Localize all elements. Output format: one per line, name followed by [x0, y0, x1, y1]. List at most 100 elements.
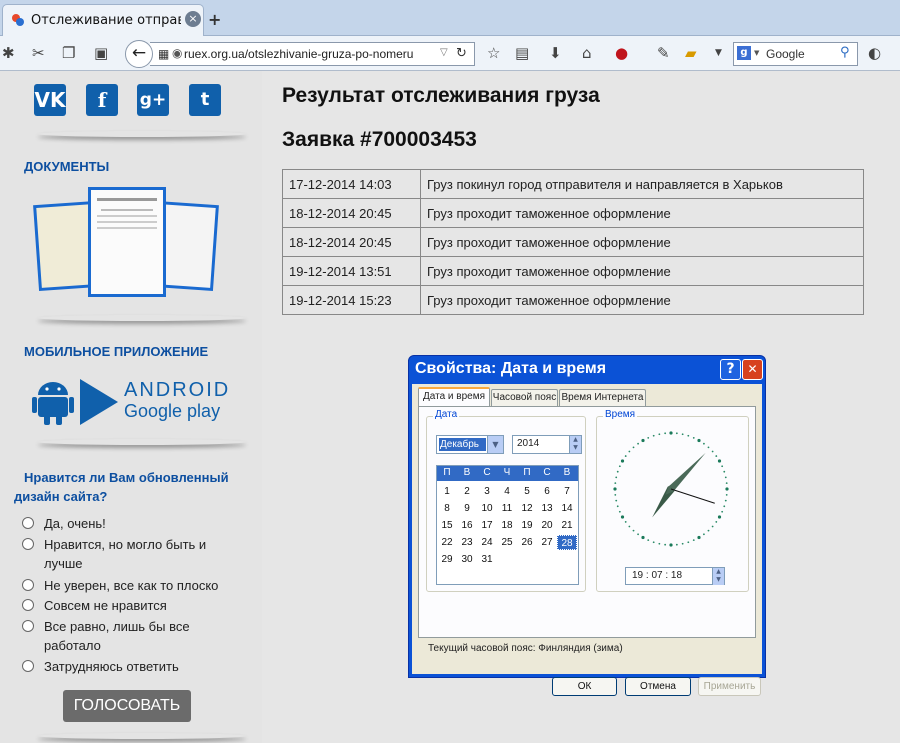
- engine-dropdown-icon[interactable]: ▼: [754, 49, 759, 57]
- help-button[interactable]: ?: [720, 359, 741, 380]
- calendar-day[interactable]: 2: [457, 484, 477, 499]
- adblock-icon[interactable]: ●: [615, 44, 628, 62]
- radio-button[interactable]: [22, 620, 34, 632]
- home-icon[interactable]: ⌂: [582, 44, 592, 62]
- poll-option[interactable]: Все равно, лишь бы все работало: [22, 617, 242, 655]
- calendar-day[interactable]: 3: [477, 484, 497, 499]
- gear-icon[interactable]: ✱: [2, 44, 15, 62]
- calendar-day[interactable]: 10: [477, 501, 497, 516]
- calendar-day[interactable]: 28: [557, 535, 577, 550]
- vote-button[interactable]: ГОЛОСОВАТЬ: [63, 690, 191, 722]
- calendar-day[interactable]: 30: [457, 552, 477, 567]
- download-icon[interactable]: ⬇: [549, 44, 562, 62]
- bookmark-star-icon[interactable]: ☆: [487, 44, 500, 62]
- calendar-day[interactable]: 13: [537, 501, 557, 516]
- search-box[interactable]: g ▼ Google ⚲: [733, 42, 858, 66]
- cancel-button[interactable]: Отмена: [625, 677, 691, 696]
- apply-button[interactable]: Применить: [698, 677, 761, 696]
- time-spinner[interactable]: 19 : 07 : 18 ▲ ▼: [625, 567, 725, 585]
- tab-date-time[interactable]: Дата и время: [418, 387, 490, 407]
- copy-icon[interactable]: ❐: [62, 44, 75, 62]
- reload-icon[interactable]: ↻: [456, 46, 467, 61]
- calendar-day[interactable]: 12: [517, 501, 537, 516]
- documents-image[interactable]: [33, 187, 219, 299]
- spinner-arrows-icon[interactable]: ▲ ▼: [712, 568, 724, 585]
- poll-option[interactable]: Затрудняюсь ответить: [22, 657, 242, 676]
- poll-option[interactable]: Да, очень!: [22, 514, 242, 533]
- calendar-day[interactable]: 31: [477, 552, 497, 567]
- radio-button[interactable]: [22, 517, 34, 529]
- calendar-day[interactable]: 9: [457, 501, 477, 516]
- calendar-day[interactable]: 7: [557, 484, 577, 499]
- calendar-day[interactable]: 21: [557, 518, 577, 533]
- month-select[interactable]: Декабрь ▼: [436, 435, 504, 454]
- paste-icon[interactable]: ▣: [94, 44, 108, 62]
- poll-option[interactable]: Нравится, но могло быть и лучше: [22, 535, 242, 573]
- calendar-day[interactable]: 6: [537, 484, 557, 499]
- google-icon[interactable]: g: [737, 46, 751, 60]
- calendar-day[interactable]: 14: [557, 501, 577, 516]
- chevron-down-icon[interactable]: ▼: [487, 436, 503, 453]
- calendar-day[interactable]: 23: [457, 535, 477, 550]
- radio-button[interactable]: [22, 579, 34, 591]
- radio-button[interactable]: [22, 538, 34, 550]
- close-button[interactable]: ✕: [742, 359, 763, 380]
- calendar-day[interactable]: 20: [537, 518, 557, 533]
- bookmarks-list-icon[interactable]: ▤: [515, 44, 529, 62]
- menu-dropdown-icon[interactable]: ▼: [715, 48, 722, 58]
- dialog-title[interactable]: Свойства: Дата и время: [415, 360, 606, 378]
- weekday-label: П: [523, 467, 531, 478]
- calendar-day[interactable]: 24: [477, 535, 497, 550]
- toolbar-grid-icon[interactable]: ▦: [158, 47, 169, 61]
- google-play-badge[interactable]: ANDROID Google play: [32, 377, 228, 427]
- address-bar[interactable]: ▦ ◉ ruex.org.ua/otslezhivanie-gruza-po-n…: [150, 42, 475, 66]
- mobile-app-heading[interactable]: МОБИЛЬНОЕ ПРИЛОЖЕНИЕ: [24, 344, 208, 359]
- calendar-day[interactable]: 16: [457, 518, 477, 533]
- clock-tick: [647, 436, 650, 439]
- calendar-day[interactable]: 5: [517, 484, 537, 499]
- calendar-day[interactable]: 11: [497, 501, 517, 516]
- extension-icon[interactable]: ✎: [657, 44, 670, 62]
- browser-tab[interactable]: Отслеживание отправленн ×: [2, 4, 204, 36]
- radio-button[interactable]: [22, 599, 34, 611]
- sync-icon[interactable]: ◐: [868, 44, 881, 62]
- documents-heading[interactable]: ДОКУМЕНТЫ: [24, 159, 109, 174]
- facebook-icon[interactable]: f: [86, 84, 118, 116]
- dropdown-icon[interactable]: ▽: [440, 47, 448, 58]
- radio-button[interactable]: [22, 660, 34, 672]
- weekday-label: В: [463, 467, 471, 478]
- search-placeholder[interactable]: Google: [766, 47, 805, 61]
- calendar-day[interactable]: 18: [497, 518, 517, 533]
- calendar-day[interactable]: 8: [437, 501, 457, 516]
- calendar-day[interactable]: 15: [437, 518, 457, 533]
- calendar-day[interactable]: 4: [497, 484, 517, 499]
- close-tab-icon[interactable]: ×: [185, 11, 201, 27]
- clock-tick: [723, 470, 726, 473]
- new-tab-button[interactable]: +: [208, 10, 221, 29]
- back-button[interactable]: ←: [125, 40, 153, 68]
- ok-button[interactable]: ОК: [552, 677, 617, 696]
- calendar-day[interactable]: 25: [497, 535, 517, 550]
- tab-internet-time[interactable]: Время Интернета: [559, 389, 646, 407]
- poll-option[interactable]: Совсем не нравится: [22, 596, 242, 615]
- calendar-day[interactable]: 26: [517, 535, 537, 550]
- calendar-day[interactable]: 19: [517, 518, 537, 533]
- cut-icon[interactable]: ✂: [32, 44, 45, 62]
- calendar-day[interactable]: 17: [477, 518, 497, 533]
- calendar-day[interactable]: 27: [537, 535, 557, 550]
- search-icon[interactable]: ⚲: [840, 45, 850, 60]
- clock-tick: [637, 442, 639, 445]
- poll-option[interactable]: Не уверен, все как то плоско: [22, 576, 242, 595]
- google-plus-icon[interactable]: g+: [137, 84, 169, 116]
- twitter-icon[interactable]: t: [189, 84, 221, 116]
- calendar-day[interactable]: 22: [437, 535, 457, 550]
- clock-tick: [614, 493, 617, 496]
- tab-timezone[interactable]: Часовой пояс: [491, 389, 558, 407]
- spinner-arrows-icon[interactable]: ▲ ▼: [569, 436, 581, 453]
- calendar-day[interactable]: 29: [437, 552, 457, 567]
- calendar-day[interactable]: 1: [437, 484, 457, 499]
- year-spinner[interactable]: 2014 ▲ ▼: [512, 435, 582, 454]
- vk-icon[interactable]: VK: [34, 84, 66, 116]
- folder-icon[interactable]: ▰: [685, 44, 697, 62]
- url-text[interactable]: ruex.org.ua/otslezhivanie-gruza-po-nomer…: [184, 47, 436, 61]
